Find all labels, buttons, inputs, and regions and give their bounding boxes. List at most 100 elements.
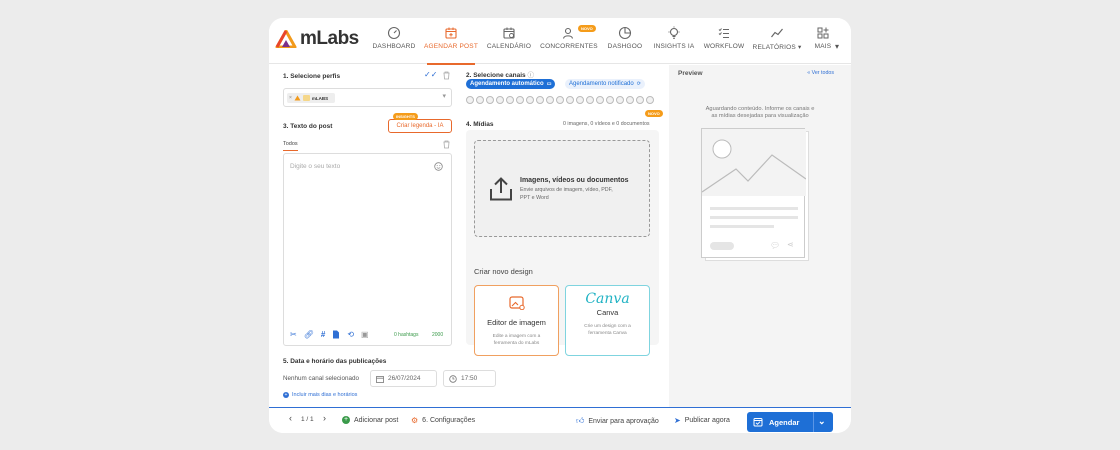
channel-icon[interactable]	[556, 96, 564, 104]
magic-tools-icon[interactable]: ✂	[290, 330, 297, 339]
card-title: Editor de imagem	[487, 318, 546, 327]
nav-label: MAIS	[814, 43, 832, 50]
tab-notified-schedule[interactable]: Agendamento notificado ⟳	[565, 79, 645, 89]
footer-bar: ‹ 1 / 1 › + Adicionar post ⚙ 6. Configur…	[269, 407, 851, 433]
brand-logo[interactable]: mLabs	[275, 28, 359, 50]
channel-icon[interactable]	[546, 96, 554, 104]
dropzone-desc: PPT e Word	[520, 195, 549, 201]
chevron-down-icon[interactable]: ⌄	[818, 416, 826, 427]
link-icon[interactable]: 🔗︎	[304, 330, 314, 339]
publish-now-button[interactable]: ➤ Publicar agora	[674, 416, 730, 425]
preview-card: 💬︎ ⋖	[701, 128, 806, 258]
channel-icon[interactable]	[626, 96, 634, 104]
nav-agendar-post[interactable]: AGENDAR POST	[421, 18, 481, 65]
card-title: Canva	[596, 308, 619, 317]
prev-page-icon[interactable]: ‹	[289, 413, 292, 423]
channel-icon[interactable]	[616, 96, 624, 104]
hashtag-icon[interactable]: #	[321, 330, 325, 339]
media-dropzone[interactable]: Imagens, vídeos ou documentos Envie arqu…	[474, 140, 650, 237]
add-more-days-link[interactable]: + Incluir mais dias e horários	[283, 392, 357, 398]
checklist-icon	[718, 28, 729, 38]
date-value: 26/07/2024	[388, 375, 421, 382]
remove-icon[interactable]: ×	[289, 95, 292, 101]
text-line-placeholder	[710, 225, 774, 228]
profile-select[interactable]: × mLABS ▾	[283, 88, 452, 107]
preview-panel: Preview « Ver todos Aguardando conteúdo.…	[669, 65, 851, 407]
nav-label: AGENDAR POST	[423, 43, 479, 50]
gear-icon: ⚙	[411, 416, 419, 425]
post-text-area[interactable]: Digite o seu texto ✂ 🔗︎ # ⟲ ▣ 0 hashtags…	[283, 153, 452, 346]
no-channel-label: Nenhum canal selecionado	[283, 375, 359, 382]
line-chart-icon	[771, 28, 783, 38]
select-all-check-icon[interactable]: ✓✓	[424, 70, 437, 79]
button-label: Agendar	[769, 418, 800, 427]
channel-icon[interactable]	[596, 96, 604, 104]
add-post-button[interactable]: + Adicionar post	[342, 416, 398, 424]
nav-label: WORKFLOW	[703, 43, 745, 50]
text-toolbar: ✂ 🔗︎ # ⟲ ▣	[290, 330, 369, 339]
channel-icon[interactable]	[576, 96, 584, 104]
info-icon: ⓘ	[527, 72, 534, 79]
nav-dashboard[interactable]: DASHBOARD	[364, 18, 424, 64]
tab-todos[interactable]: Todos	[283, 141, 298, 151]
document-icon[interactable]	[332, 330, 340, 339]
button-label: Enviar para aprovação	[588, 417, 659, 425]
nav-workflow[interactable]: WORKFLOW	[694, 18, 754, 64]
profile-chip: × mLABS	[287, 93, 335, 103]
preview-message-line: as mídias desejadas para visualização	[711, 113, 809, 119]
channel-list	[466, 96, 654, 104]
preview-message: Aguardando conteúdo. Informe os canais e…	[669, 106, 851, 119]
card-desc: ferramenta do mLabs	[493, 341, 540, 346]
channel-icon[interactable]	[486, 96, 494, 104]
image-editor-card[interactable]: Editor de imagem Edite a imagem com a fe…	[474, 285, 559, 356]
nav-mais[interactable]: MAIS	[797, 18, 849, 64]
channel-icon[interactable]	[516, 96, 524, 104]
nav-label: CONCORRENTES	[540, 43, 598, 50]
channel-icon[interactable]	[466, 96, 474, 104]
clock-icon	[449, 374, 457, 383]
trash-icon[interactable]	[442, 71, 451, 80]
media-panel: Imagens, vídeos ou documentos Envie arqu…	[466, 130, 659, 356]
chevron-down-icon[interactable]: ▾	[442, 92, 446, 100]
trash-icon[interactable]	[442, 140, 451, 149]
emoji-icon[interactable]	[434, 162, 443, 171]
channel-icon[interactable]	[506, 96, 514, 104]
new-badge: NOVO	[578, 25, 596, 32]
more-chevron-icon[interactable]: ▾	[835, 42, 839, 51]
channel-icon[interactable]	[646, 96, 654, 104]
tab-label: Agendamento automático	[470, 81, 544, 87]
channel-icon[interactable]	[606, 96, 614, 104]
canva-logo: Canva	[585, 291, 630, 307]
image-icon[interactable]: ▣	[361, 330, 369, 339]
channel-icon[interactable]	[566, 96, 574, 104]
next-page-icon[interactable]: ›	[323, 413, 326, 423]
mlabs-logo-icon	[275, 30, 297, 48]
time-input[interactable]: 17:50	[443, 370, 496, 387]
top-navbar: mLabs DASHBOARD AGENDAR POST CALENDÁRIO …	[269, 18, 851, 65]
tab-auto-schedule[interactable]: Agendamento automático ▭	[466, 79, 556, 89]
channel-icon[interactable]	[536, 96, 544, 104]
send-approval-button[interactable]: 👍︎ Enviar para aprovação	[576, 416, 659, 426]
channel-icon[interactable]	[636, 96, 644, 104]
profile-name: mLABS	[311, 95, 329, 101]
channel-icon[interactable]	[476, 96, 484, 104]
see-all-link[interactable]: « Ver todos	[807, 70, 834, 76]
nav-calendario[interactable]: CALENDÁRIO	[479, 18, 539, 64]
schedule-button[interactable]: Agendar ⌄	[747, 412, 833, 432]
step1-title: 1. Selecione perfis	[283, 73, 341, 80]
refresh-icon[interactable]: ⟲	[347, 330, 354, 339]
date-input[interactable]: 26/07/2024	[370, 370, 437, 387]
channel-icon[interactable]	[496, 96, 504, 104]
text-placeholder: Digite o seu texto	[290, 163, 341, 170]
calendar-plus-icon	[445, 27, 457, 39]
channel-icon[interactable]	[586, 96, 594, 104]
tab-label: Agendamento notificado	[569, 81, 634, 87]
channel-icon[interactable]	[526, 96, 534, 104]
create-caption-ai-button[interactable]: Criar legenda - IA	[388, 119, 452, 133]
lightbulb-icon	[668, 26, 680, 39]
settings-button[interactable]: ⚙ 6. Configurações	[411, 416, 475, 425]
nav-concorrentes[interactable]: CONCORRENTES NOVO	[538, 18, 600, 64]
step2-title: 2. Selecione canais ⓘ	[466, 72, 534, 79]
canva-card[interactable]: Canva Canva Crie um design com a ferrame…	[565, 285, 650, 356]
pie-chart-icon	[618, 26, 632, 40]
